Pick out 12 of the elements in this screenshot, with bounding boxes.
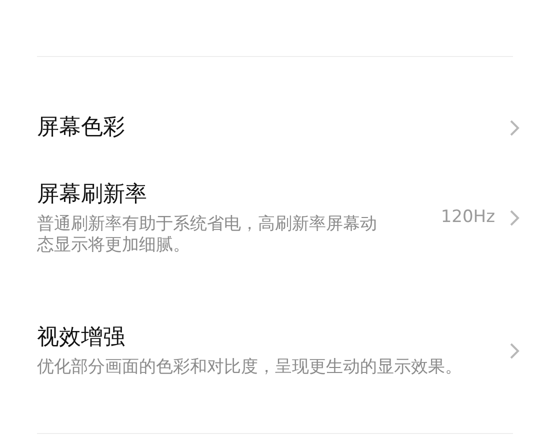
settings-row[interactable]: 视效增强 优化部分画面的色彩和对比度，呈现更生动的显示效果。	[0, 278, 550, 433]
chevron-right-icon	[509, 119, 520, 137]
setting-description: 普通刷新率有助于系统省电，高刷新率屏幕动态显示将更加细腻。	[37, 214, 378, 256]
setting-title: 屏幕刷新率	[37, 181, 148, 209]
setting-title: 视效增强	[37, 324, 126, 352]
setting-description: 优化部分画面的色彩和对比度，呈现更生动的显示效果。	[37, 357, 463, 378]
chevron-right-icon	[509, 342, 520, 360]
settings-row[interactable]: 屏幕刷新率 普通刷新率有助于系统省电，高刷新率屏幕动态显示将更加细腻。 120Hz	[0, 160, 550, 278]
setting-title: 屏幕色彩	[37, 114, 126, 142]
setting-value: 120Hz	[440, 206, 495, 230]
chevron-right-icon	[509, 209, 520, 227]
settings-row[interactable]: 屏幕色彩	[0, 57, 550, 160]
